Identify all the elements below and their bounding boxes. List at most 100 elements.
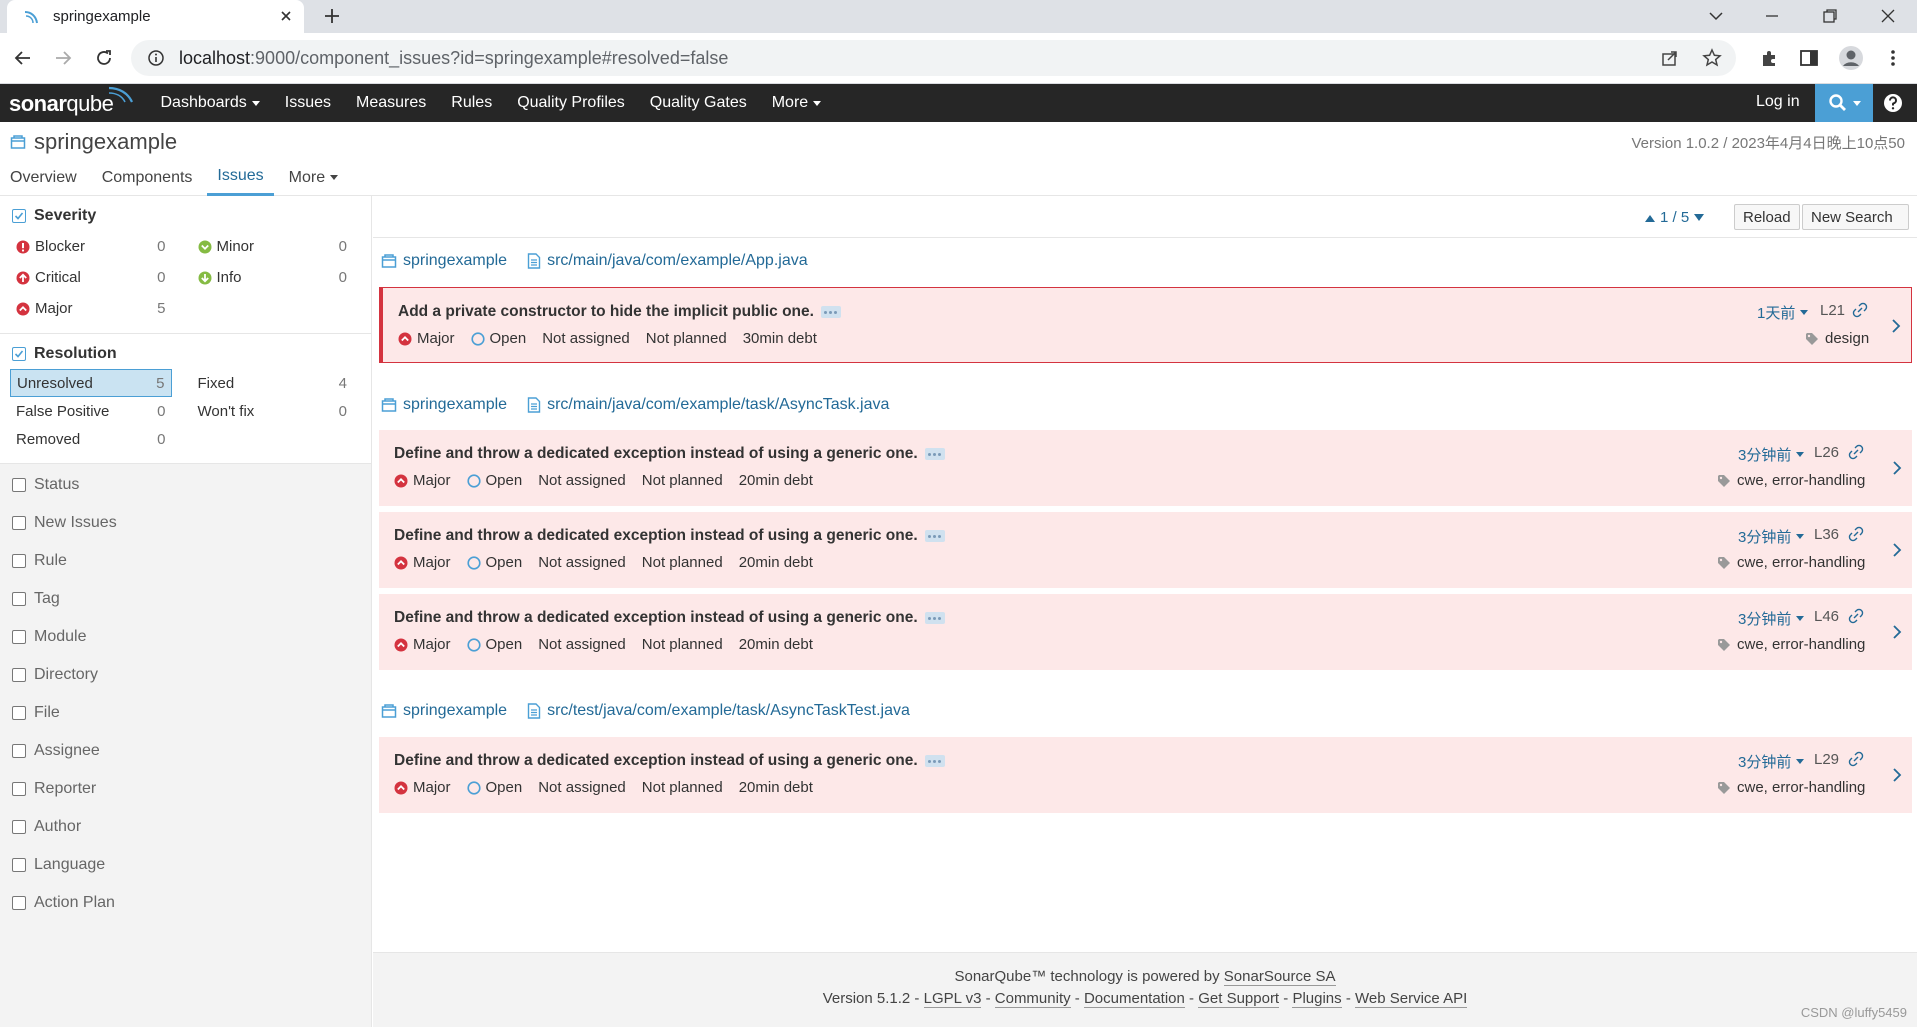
- issue-plan[interactable]: Not planned: [642, 779, 723, 796]
- help-icon[interactable]: [1883, 93, 1903, 113]
- issue-date[interactable]: 3分钟前: [1738, 751, 1805, 772]
- issue-date[interactable]: 3分钟前: [1738, 444, 1805, 465]
- share-icon[interactable]: [1660, 48, 1680, 68]
- rule-details-ellipsis-icon[interactable]: [924, 448, 945, 460]
- permalink-icon[interactable]: [1848, 608, 1864, 624]
- project-title[interactable]: springexample: [10, 129, 177, 155]
- issue-card[interactable]: Define and throw a dedicated exception i…: [379, 737, 1912, 813]
- site-info-icon[interactable]: [147, 49, 165, 67]
- group-project-link[interactable]: springexample: [403, 252, 507, 270]
- facet-file[interactable]: File: [0, 694, 371, 732]
- group-file-link[interactable]: src/test/java/com/example/task/AsyncTask…: [547, 702, 910, 720]
- issue-plan[interactable]: Not planned: [642, 472, 723, 489]
- facet-item-info[interactable]: Info 0: [192, 262, 354, 293]
- facet-item-false-positive[interactable]: False Positive 0: [10, 397, 172, 425]
- new-tab-plus-icon[interactable]: [322, 6, 342, 26]
- permalink-icon[interactable]: [1848, 526, 1864, 542]
- open-issue-chevron-right-icon[interactable]: [1891, 318, 1901, 334]
- facet-reporter[interactable]: Reporter: [0, 770, 371, 808]
- open-issue-chevron-right-icon[interactable]: [1892, 460, 1902, 476]
- issue-message[interactable]: Define and throw a dedicated exception i…: [394, 527, 945, 545]
- url-text[interactable]: localhost:9000/component_issues?id=sprin…: [179, 48, 728, 69]
- nav-more[interactable]: More: [759, 94, 833, 112]
- nav-rules[interactable]: Rules: [439, 94, 505, 112]
- facet-directory[interactable]: Directory: [0, 656, 371, 694]
- issue-card[interactable]: Add a private constructor to hide the im…: [379, 287, 1912, 363]
- checkbox-unchecked-icon[interactable]: [12, 896, 26, 910]
- issue-severity[interactable]: Major: [398, 330, 455, 347]
- open-issue-chevron-right-icon[interactable]: [1892, 767, 1902, 783]
- login-link[interactable]: Log in: [1756, 93, 1800, 111]
- issue-message[interactable]: Define and throw a dedicated exception i…: [394, 752, 945, 770]
- issue-tags[interactable]: cwe, error-handling: [1717, 779, 1865, 796]
- footer-link-documentation[interactable]: Documentation: [1083, 990, 1185, 1008]
- facet-item-critical[interactable]: Critical 0: [10, 262, 172, 293]
- reload-button[interactable]: Reload: [1734, 204, 1800, 230]
- group-project-link[interactable]: springexample: [403, 396, 507, 414]
- tab-components[interactable]: Components: [92, 159, 203, 196]
- reload-icon[interactable]: [94, 48, 114, 68]
- issue-plan[interactable]: Not planned: [642, 636, 723, 653]
- profile-avatar-icon[interactable]: [1838, 45, 1864, 71]
- facet-module[interactable]: Module: [0, 618, 371, 656]
- minimize-icon[interactable]: [1763, 7, 1781, 25]
- checkbox-unchecked-icon[interactable]: [12, 592, 26, 606]
- next-issue-triangle-down-icon[interactable]: [1693, 213, 1705, 223]
- facet-new-issues[interactable]: New Issues: [0, 504, 371, 542]
- issue-tags[interactable]: design: [1805, 330, 1869, 347]
- checkbox-unchecked-icon[interactable]: [12, 630, 26, 644]
- checkbox-unchecked-icon[interactable]: [12, 820, 26, 834]
- permalink-icon[interactable]: [1852, 302, 1868, 318]
- checkbox-unchecked-icon[interactable]: [12, 744, 26, 758]
- issue-severity[interactable]: Major: [394, 779, 451, 796]
- issue-assignee[interactable]: Not assigned: [538, 472, 626, 489]
- facet-item-wont-fix[interactable]: Won't fix 0: [192, 397, 354, 425]
- facet-item-fixed[interactable]: Fixed 4: [192, 369, 354, 397]
- facet-language[interactable]: Language: [0, 846, 371, 884]
- global-search-button[interactable]: [1815, 84, 1873, 122]
- nav-dashboards[interactable]: Dashboards: [148, 94, 272, 112]
- issue-card[interactable]: Define and throw a dedicated exception i…: [379, 594, 1912, 670]
- issue-plan[interactable]: Not planned: [646, 330, 727, 347]
- facet-item-major[interactable]: Major 5: [10, 293, 172, 324]
- checkbox-unchecked-icon[interactable]: [12, 706, 26, 720]
- permalink-icon[interactable]: [1848, 751, 1864, 767]
- issue-tags[interactable]: cwe, error-handling: [1717, 472, 1865, 489]
- issue-card[interactable]: Define and throw a dedicated exception i…: [379, 512, 1912, 588]
- issue-date[interactable]: 3分钟前: [1738, 608, 1805, 629]
- issue-status[interactable]: Open: [466, 636, 522, 653]
- facet-rule[interactable]: Rule: [0, 542, 371, 580]
- footer-link-community[interactable]: Community: [994, 990, 1071, 1008]
- tab-overview[interactable]: Overview: [0, 159, 87, 196]
- issue-severity[interactable]: Major: [394, 636, 451, 653]
- checkbox-unchecked-icon[interactable]: [12, 478, 26, 492]
- bookmark-star-icon[interactable]: [1702, 48, 1722, 68]
- omnibox[interactable]: localhost:9000/component_issues?id=sprin…: [131, 40, 1736, 76]
- issue-severity[interactable]: Major: [394, 554, 451, 571]
- issue-severity[interactable]: Major: [394, 472, 451, 489]
- rule-details-ellipsis-icon[interactable]: [924, 755, 945, 767]
- resolution-facet-header[interactable]: Resolution: [0, 339, 371, 369]
- issue-status[interactable]: Open: [466, 554, 522, 571]
- facet-tag[interactable]: Tag: [0, 580, 371, 618]
- back-arrow-icon[interactable]: [13, 48, 33, 68]
- facet-item-unresolved[interactable]: Unresolved 5: [10, 369, 172, 397]
- issue-status[interactable]: Open: [470, 330, 526, 347]
- open-issue-chevron-right-icon[interactable]: [1892, 624, 1902, 640]
- checkbox-unchecked-icon[interactable]: [12, 782, 26, 796]
- group-file-link[interactable]: src/main/java/com/example/App.java: [547, 252, 808, 270]
- footer-link-license[interactable]: LGPL v3: [923, 990, 982, 1008]
- nav-quality-profiles[interactable]: Quality Profiles: [505, 94, 638, 112]
- checkbox-unchecked-icon[interactable]: [12, 668, 26, 682]
- forward-arrow-icon[interactable]: [53, 48, 73, 68]
- nav-measures[interactable]: Measures: [344, 94, 439, 112]
- facet-status[interactable]: Status: [0, 466, 371, 504]
- nav-issues[interactable]: Issues: [272, 94, 343, 112]
- issue-message[interactable]: Add a private constructor to hide the im…: [398, 303, 841, 321]
- previous-issue-triangle-up-icon[interactable]: [1644, 213, 1656, 223]
- sonarqube-logo[interactable]: sonar qube: [9, 86, 135, 117]
- facet-item-minor[interactable]: Minor 0: [192, 231, 354, 262]
- issue-assignee[interactable]: Not assigned: [538, 636, 626, 653]
- facet-item-removed[interactable]: Removed 0: [10, 425, 172, 453]
- issue-status[interactable]: Open: [466, 779, 522, 796]
